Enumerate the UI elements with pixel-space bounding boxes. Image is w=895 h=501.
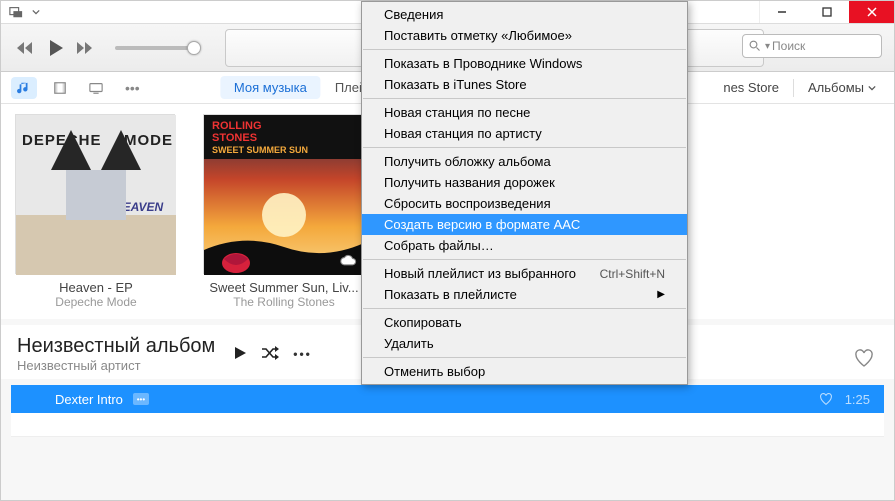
menu-show-in-playlist[interactable]: Показать в плейлисте ▶ [362,284,687,305]
menu-deselect[interactable]: Отменить выбор [362,361,687,382]
svg-text:ROLLING: ROLLING [212,120,262,132]
album-title: Heaven - EP [15,280,177,295]
menu-get-artwork[interactable]: Получить обложку альбома [362,151,687,172]
chevron-down-icon: ▾ [765,41,770,52]
svg-text:SWEET SUMMER SUN: SWEET SUMMER SUN [212,145,308,155]
album-title: Sweet Summer Sun, Liv... [203,280,365,295]
menu-copy[interactable]: Скопировать [362,312,687,333]
menu-new-station-song[interactable]: Новая станция по песне [362,102,687,123]
album-artist: The Rolling Stones [203,295,365,309]
chevron-down-icon [868,84,876,92]
menu-show-in-store[interactable]: Показать в iTunes Store [362,74,687,95]
previous-button[interactable] [11,33,41,63]
next-button[interactable] [71,33,101,63]
menu-new-playlist-from-selection[interactable]: Новый плейлист из выбранного Ctrl+Shift+… [362,263,687,284]
menu-info[interactable]: Сведения [362,4,687,25]
view-mode-dropdown[interactable]: Альбомы [800,80,884,95]
search-input[interactable]: ▾ Поиск [742,34,882,58]
svg-text:MODE: MODE [124,132,173,149]
library-music-tab[interactable] [11,77,37,99]
submenu-arrow-icon: ▶ [657,289,665,300]
view-mode-label: Альбомы [808,80,864,95]
album-item[interactable]: DEPECHE MODE HEAVEN Heaven - EP Depeche … [15,114,177,309]
divider [793,79,794,97]
album-item[interactable]: ROLLING STONES SWEET SUMMER SUN Sweet Su… [203,114,365,309]
menu-item-label: Показать в плейлисте [384,287,517,302]
window-close-button[interactable] [849,1,894,23]
cloud-icon [339,254,357,268]
favorite-icon[interactable] [854,349,874,370]
menu-get-tracknames[interactable]: Получить названия дорожек [362,172,687,193]
miniplayer-icon[interactable] [7,3,25,21]
menu-new-station-artist[interactable]: Новая станция по артисту [362,123,687,144]
track-row[interactable]: Dexter Intro ••• 1:25 [11,385,884,413]
menu-create-aac[interactable]: Создать версию в формате AAC [362,214,687,235]
library-tv-tab[interactable] [83,77,109,99]
menu-reset-plays[interactable]: Сбросить воспроизведения [362,193,687,214]
track-name: Dexter Intro [55,392,123,407]
menu-show-in-explorer[interactable]: Показать в Проводнике Windows [362,53,687,74]
play-album-button[interactable] [233,346,247,363]
favorite-icon[interactable] [819,393,833,405]
library-movies-tab[interactable] [47,77,73,99]
volume-slider[interactable] [115,46,195,50]
window-maximize-button[interactable] [804,1,849,23]
library-more-button[interactable]: ••• [119,80,146,96]
tab-my-music[interactable]: Моя музыка [220,76,321,99]
search-placeholder: Поиск [772,39,805,53]
track-options-icon[interactable]: ••• [133,393,149,405]
context-menu: Сведения Поставить отметку «Любимое» Пок… [361,1,688,385]
svg-text:STONES: STONES [212,132,257,144]
selected-album-title: Неизвестный альбом [17,335,215,358]
play-button[interactable] [41,33,71,63]
menu-item-label: Новый плейлист из выбранного [384,266,576,281]
chevron-down-icon[interactable] [31,3,41,21]
menu-mark-favorite[interactable]: Поставить отметку «Любимое» [362,25,687,46]
window-minimize-button[interactable] [759,1,804,23]
track-duration: 1:25 [845,392,870,407]
more-options-button[interactable]: ••• [293,347,312,361]
search-icon [749,40,761,52]
album-artist: Depeche Mode [15,295,177,309]
menu-shortcut: Ctrl+Shift+N [600,267,665,281]
menu-consolidate-files[interactable]: Собрать файлы… [362,235,687,256]
menu-delete[interactable]: Удалить [362,333,687,354]
volume-knob[interactable] [187,41,201,55]
svg-text:DEPECHE: DEPECHE [22,132,102,149]
itunes-store-link[interactable]: nes Store [723,80,787,95]
track-list-spacer [11,413,884,437]
selected-album-artist: Неизвестный артист [17,358,215,373]
album-cover[interactable]: ROLLING STONES SWEET SUMMER SUN [203,114,363,274]
album-cover[interactable]: DEPECHE MODE HEAVEN [15,114,175,274]
shuffle-button[interactable] [261,346,279,363]
